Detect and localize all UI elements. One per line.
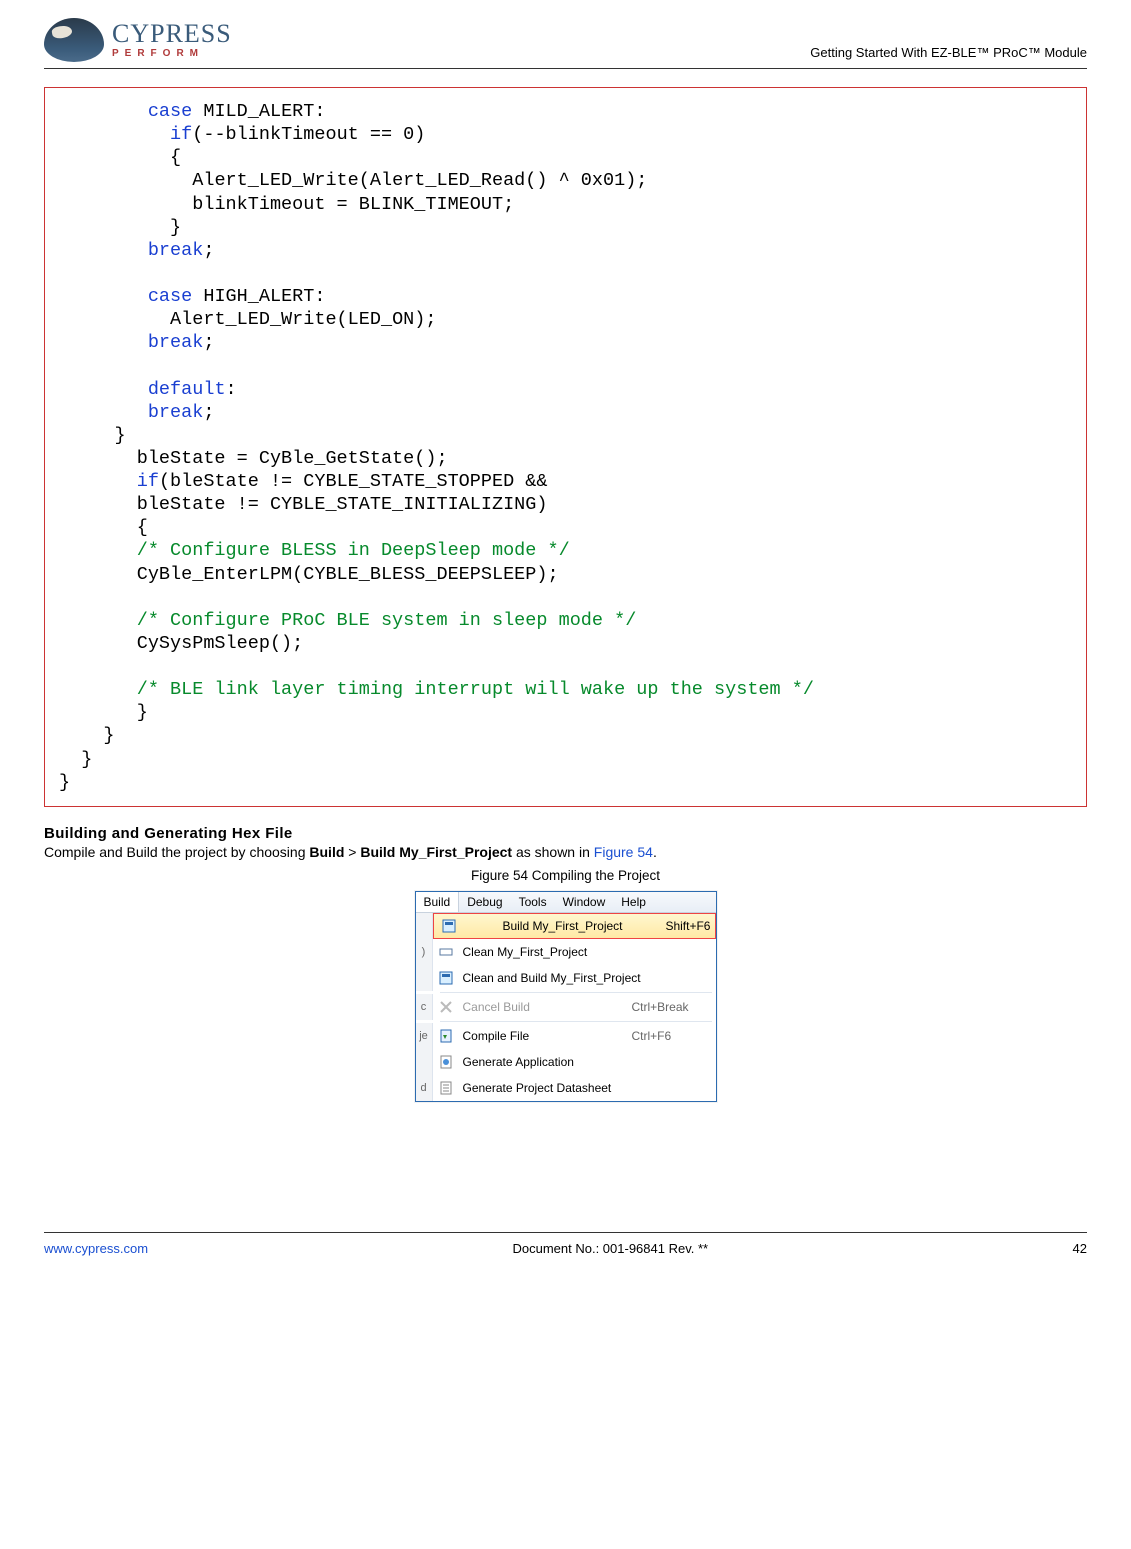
logo: CYPRESS PERFORM bbox=[44, 18, 232, 62]
clean-icon bbox=[435, 942, 457, 962]
menu-item-build-project[interactable]: Build My_First_Project Shift+F6 bbox=[433, 913, 716, 939]
screenshot-menu: Build Debug Tools Window Help Build My_F… bbox=[415, 891, 717, 1102]
logo-word: CYPRESS bbox=[112, 21, 232, 47]
build-icon bbox=[435, 968, 457, 988]
doc-title: Getting Started With EZ-BLE™ PRoC™ Modul… bbox=[810, 45, 1087, 62]
compile-icon bbox=[435, 1026, 457, 1046]
menu-build[interactable]: Build bbox=[416, 892, 460, 912]
menu-item-generate-app[interactable]: Generate Application bbox=[433, 1049, 716, 1075]
cancel-icon bbox=[435, 997, 457, 1017]
gutter bbox=[416, 913, 433, 939]
figure-caption: Figure 54 Compiling the Project bbox=[44, 868, 1087, 883]
menu-item-cancel-build: Cancel Build Ctrl+Break bbox=[433, 994, 716, 1020]
menubar: Build Debug Tools Window Help bbox=[416, 892, 716, 913]
logo-mark-icon bbox=[44, 18, 104, 62]
build-icon bbox=[438, 916, 460, 936]
footer-pagenum: 42 bbox=[1073, 1241, 1087, 1256]
section-body: Compile and Build the project by choosin… bbox=[44, 844, 1087, 860]
menu-help[interactable]: Help bbox=[613, 892, 654, 912]
menu-item-clean-build[interactable]: Clean and Build My_First_Project bbox=[433, 965, 716, 991]
page-header: CYPRESS PERFORM Getting Started With EZ-… bbox=[44, 18, 1087, 69]
section-heading: Building and Generating Hex File bbox=[44, 825, 1087, 842]
datasheet-icon bbox=[435, 1078, 457, 1098]
menu-item-compile-file[interactable]: Compile File Ctrl+F6 bbox=[433, 1023, 716, 1049]
menu-item-clean[interactable]: Clean My_First_Project bbox=[433, 939, 716, 965]
generate-icon bbox=[435, 1052, 457, 1072]
menu-tools[interactable]: Tools bbox=[511, 892, 555, 912]
page-footer: www.cypress.com Document No.: 001-96841 … bbox=[44, 1232, 1087, 1276]
code-block: case MILD_ALERT: if(--blinkTimeout == 0)… bbox=[44, 87, 1087, 807]
footer-docnum: Document No.: 001-96841 Rev. ** bbox=[512, 1241, 708, 1256]
menu-window[interactable]: Window bbox=[555, 892, 614, 912]
footer-url[interactable]: www.cypress.com bbox=[44, 1241, 148, 1256]
figure-reference-link[interactable]: Figure 54 bbox=[594, 844, 653, 860]
menu-item-generate-datasheet[interactable]: Generate Project Datasheet bbox=[433, 1075, 716, 1101]
menu-debug[interactable]: Debug bbox=[459, 892, 510, 912]
logo-tagline: PERFORM bbox=[112, 49, 232, 59]
